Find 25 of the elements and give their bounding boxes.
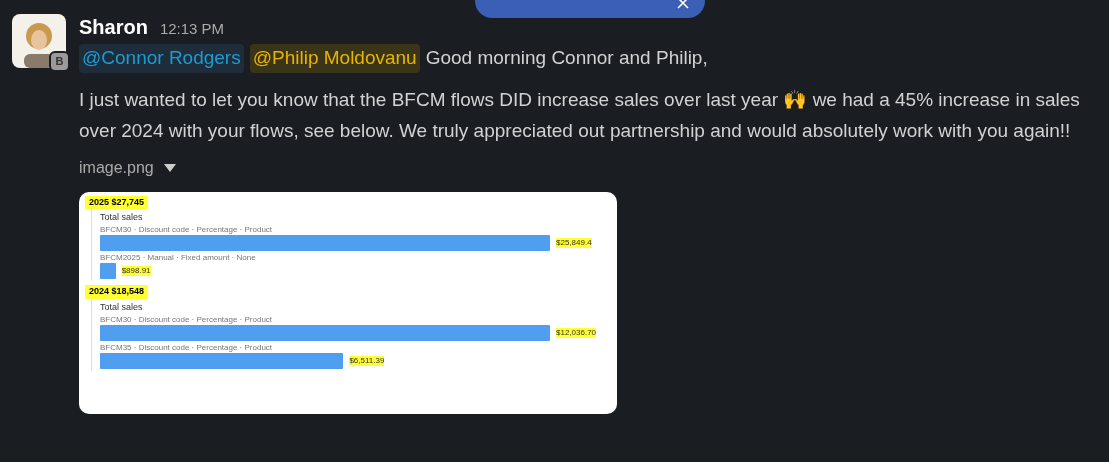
message-text: I just wanted to let you know that the BFCM flows DID increase sales over last year 🙌 we had a 45% increase in sales over 2024 with your flows, see below. We truly appreciated out partnership and would absolutely work with you again!!	[79, 87, 1081, 143]
bar-value: $898.91	[121, 266, 151, 276]
bar-label: BFCM35 · Discount code · Percentage · Product	[100, 342, 274, 353]
status-badge: B	[49, 51, 70, 72]
author-name[interactable]: Sharon	[79, 12, 148, 42]
close-icon[interactable]	[677, 0, 689, 9]
bar-label: BFCM2025 · Manual · Fixed amount · None	[100, 253, 257, 263]
attachment-filename[interactable]: image.png	[79, 155, 154, 180]
avatar[interactable]	[12, 14, 66, 68]
greeting-text: Good morning Connor and Philip,	[425, 46, 708, 70]
bar-label: BFCM30 · Discount code · Percentage · Product	[100, 314, 274, 325]
bar-value: $12,036.70	[556, 327, 597, 338]
bar-label: BFCM30 · Discount code · Percentage · Product	[100, 225, 274, 235]
image-attachment[interactable]	[79, 191, 617, 414]
section-heading: 2024 $18,548	[85, 285, 149, 299]
bar-value: $6,511.39	[349, 355, 385, 366]
bar-value: $25,849.4	[556, 238, 592, 248]
chart-title: Total sales	[100, 301, 144, 313]
chart-title: Total sales	[100, 212, 144, 223]
caret-icon[interactable]	[163, 163, 176, 172]
user-mention[interactable]: @Philip Moldovanu	[249, 44, 420, 73]
timestamp[interactable]: 12:13 PM	[159, 18, 225, 41]
section-heading: 2025 $27,745	[85, 195, 149, 209]
user-mention[interactable]: @Connor Rodgers	[79, 44, 244, 73]
sales-bar	[100, 263, 116, 279]
